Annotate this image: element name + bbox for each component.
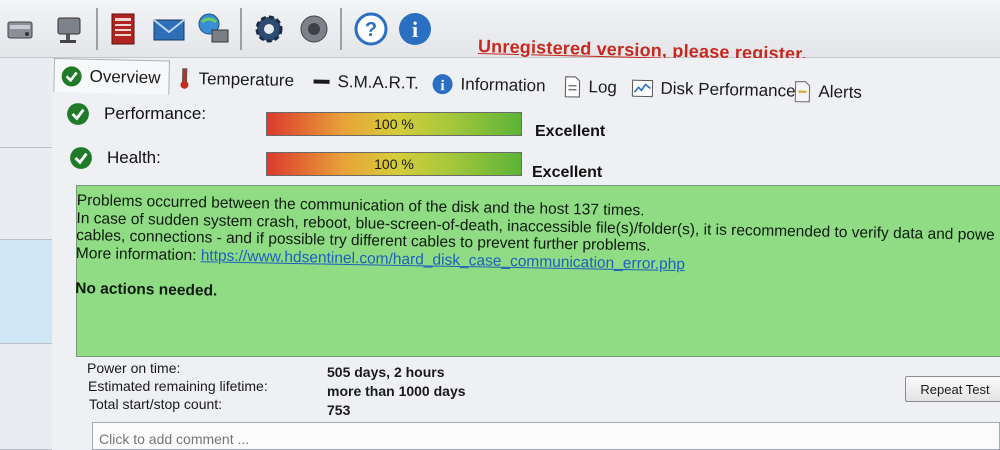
tab-label: S.M.A.R.T. (337, 71, 419, 93)
tab-alerts[interactable]: Alerts (787, 76, 868, 108)
health-rating: Excellent (532, 164, 603, 181)
health-label: Health: (107, 148, 161, 167)
document-icon (564, 76, 581, 98)
tab-label: Temperature (198, 69, 295, 91)
stat-value: 505 days, 2 hours (327, 364, 445, 380)
check-icon (70, 147, 92, 169)
actions-text: No actions needed. (75, 279, 218, 300)
toolbar: ? i Unregistered version, please registe… (0, 0, 1000, 64)
disk-list-sidebar (0, 58, 52, 450)
tab-label: Overview (89, 66, 161, 87)
check-icon (67, 103, 89, 125)
speaker-icon[interactable] (294, 10, 332, 48)
stat-value: more than 1000 days (327, 383, 466, 399)
health-percent: 100 % (374, 156, 414, 172)
info-icon: i (432, 74, 453, 94)
stat-label: Estimated remaining lifetime: (88, 378, 268, 394)
performance-label: Performance: (104, 104, 207, 123)
performance-percent: 100 % (374, 116, 414, 132)
tab-smart[interactable]: S.M.A.R.T. (306, 66, 425, 98)
disk-list-item[interactable] (0, 344, 52, 450)
toolbar-separator (240, 8, 242, 50)
alerts-icon (794, 81, 811, 103)
svg-text:?: ? (365, 19, 377, 41)
gear-icon[interactable] (250, 10, 288, 48)
svg-text:i: i (412, 17, 418, 42)
tab-label: Alerts (818, 82, 863, 102)
graph-icon (631, 79, 654, 98)
disk-list-item[interactable] (0, 240, 52, 344)
help-icon[interactable]: ? (352, 10, 390, 48)
health-row: Health: (69, 146, 161, 170)
performance-bar: 100 % (266, 112, 522, 136)
tab-overview[interactable]: Overview (53, 58, 170, 95)
tab-label: Disk Performance (660, 78, 796, 101)
thermometer-icon (180, 68, 189, 89)
toolbar-separator (96, 8, 98, 50)
stat-label: Total start/stop count: (89, 396, 223, 412)
disk-network-icon[interactable] (50, 10, 88, 48)
dash-icon (313, 79, 330, 84)
comment-field[interactable] (92, 422, 1000, 450)
status-message-box: Problems occurred between the communicat… (75, 185, 1000, 357)
tab-label: Information (460, 74, 546, 96)
repeat-test-button[interactable]: Repeat Test (905, 376, 1000, 402)
tab-label: Log (588, 77, 618, 97)
mail-icon[interactable] (150, 10, 188, 48)
report-icon[interactable] (104, 10, 142, 48)
health-bar: 100 % (266, 152, 522, 176)
disk-list-item[interactable] (0, 58, 52, 148)
main-panel: Overview Temperature S.M.A.R.T. i Inform… (52, 58, 1000, 450)
tab-temperature[interactable]: Temperature (171, 64, 300, 97)
more-information-label: More information: (75, 244, 197, 264)
network-computer-icon[interactable] (194, 10, 232, 48)
disk-icon[interactable] (2, 10, 40, 48)
info-icon[interactable]: i (396, 10, 434, 48)
svg-text:i: i (440, 78, 445, 94)
performance-row: Performance: (66, 102, 206, 126)
performance-rating: Excellent (535, 123, 606, 140)
stat-label: Power on time: (87, 360, 181, 376)
disk-list-item[interactable] (0, 148, 52, 240)
tab-information[interactable]: i Information (425, 69, 552, 102)
stat-value: 753 (327, 402, 351, 418)
tab-disk-performance[interactable]: Disk Performance (625, 73, 802, 107)
toolbar-separator (340, 8, 342, 50)
check-icon (61, 65, 82, 86)
tab-log[interactable]: Log (557, 72, 623, 103)
